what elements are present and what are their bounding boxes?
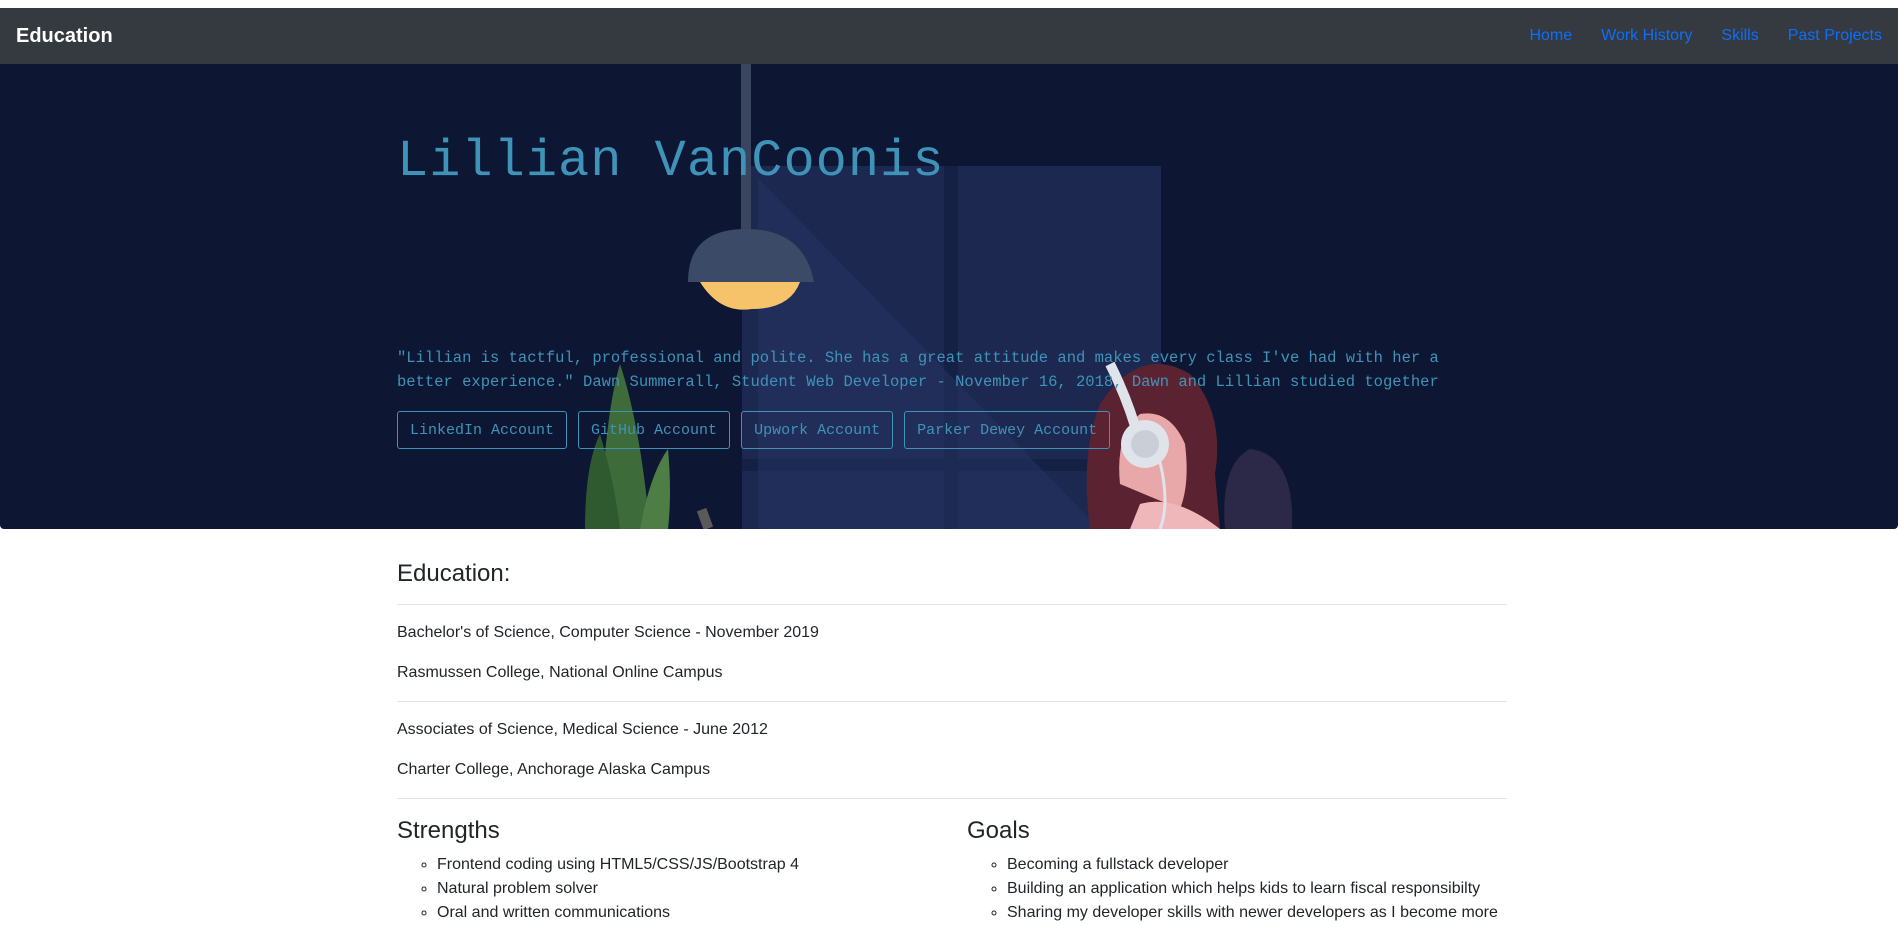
linkedin-button[interactable]: LinkedIn Account — [397, 411, 568, 449]
list-item: Building an application which helps kids… — [1007, 877, 1498, 901]
education-degree: Associates of Science, Medical Science -… — [397, 721, 768, 738]
goals-list: Becoming a fullstack developer Building … — [967, 853, 1498, 925]
chair — [1224, 449, 1293, 529]
strengths-heading: Strengths — [397, 817, 500, 844]
education-heading: Education: — [397, 560, 511, 587]
divider — [397, 604, 1507, 605]
upwork-button[interactable]: Upwork Account — [741, 411, 894, 449]
nav-links: Home Work History Skills Past Projects — [1529, 27, 1882, 45]
social-buttons: LinkedIn Account GitHub Account Upwork A… — [397, 411, 1111, 449]
list-item: Oral and written communications — [437, 901, 799, 925]
hero-title: Lillian VanCoonis — [397, 132, 945, 191]
goals-heading: Goals — [967, 817, 1030, 844]
strengths-list: Frontend coding using HTML5/CSS/JS/Boots… — [397, 853, 799, 925]
navbar: Education Home Work History Skills Past … — [0, 8, 1898, 64]
github-button[interactable]: GitHub Account — [578, 411, 731, 449]
nav-link-home[interactable]: Home — [1529, 27, 1572, 45]
hero-illustration — [585, 64, 1293, 529]
headphone-cup-inner — [1131, 430, 1159, 458]
nav-link-work-history[interactable]: Work History — [1601, 27, 1692, 45]
list-item: Natural problem solver — [437, 877, 799, 901]
hero-quote: "Lillian is tactful, professional and po… — [397, 349, 1439, 391]
nav-link-past-projects[interactable]: Past Projects — [1788, 27, 1882, 45]
divider — [397, 701, 1507, 702]
list-item: Becoming a fullstack developer — [1007, 853, 1498, 877]
education-degree: Bachelor's of Science, Computer Science … — [397, 624, 819, 641]
navbar-brand[interactable]: Education — [16, 25, 113, 48]
list-item: Frontend coding using HTML5/CSS/JS/Boots… — [437, 853, 799, 877]
parker-dewey-button[interactable]: Parker Dewey Account — [904, 411, 1111, 449]
divider — [397, 798, 1507, 799]
hero-jumbotron: Lillian VanCoonis "Lillian is tactful, p… — [0, 64, 1898, 529]
nav-link-skills[interactable]: Skills — [1721, 27, 1758, 45]
education-school: Charter College, Anchorage Alaska Campus — [397, 761, 711, 778]
list-item: Sharing my developer skills with newer d… — [1007, 901, 1498, 925]
top-strip — [0, 0, 1898, 8]
pencil — [696, 507, 714, 529]
education-school: Rasmussen College, National Online Campu… — [397, 664, 723, 681]
